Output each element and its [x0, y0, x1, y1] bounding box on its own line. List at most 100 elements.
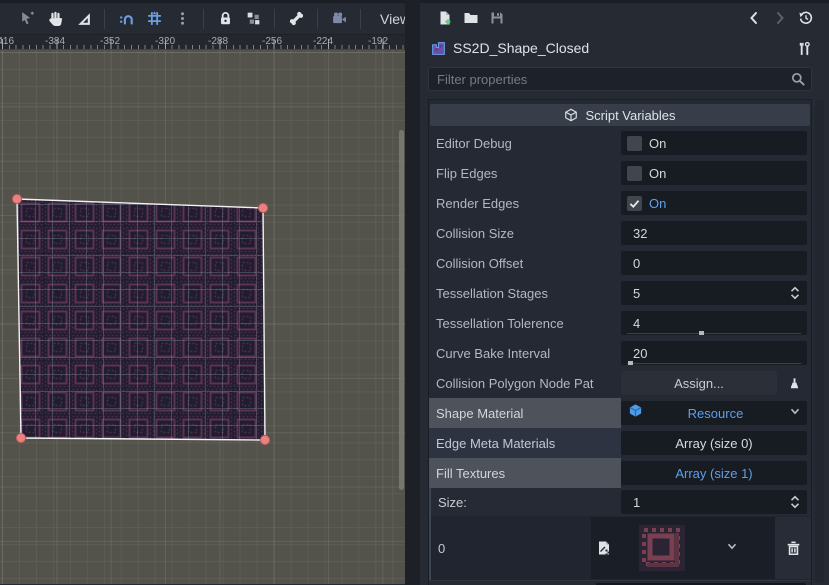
property-label: Collision Offset	[429, 248, 621, 278]
render-edges-checkbox[interactable]: On	[621, 191, 807, 215]
field-value: 32	[633, 226, 647, 241]
lock-icon	[217, 10, 234, 27]
property-label: Shape Material	[429, 398, 621, 428]
toolbar-separator	[274, 9, 275, 29]
row-tessellation-stages: Tessellation Stages 5	[429, 278, 811, 308]
row-collision-polygon-node-path: Collision Polygon Node Pat Assign...	[429, 368, 811, 398]
scale-tool-icon	[19, 10, 36, 27]
slider-grabber[interactable]	[628, 361, 633, 365]
curve-bake-interval-slider[interactable]: 20	[621, 341, 807, 365]
script-variables-cube-icon	[564, 108, 578, 122]
inspector-scrollbar[interactable]	[815, 100, 824, 583]
property-label: Render Edges	[429, 188, 621, 218]
vertex-handle[interactable]	[16, 433, 25, 442]
history-back-button[interactable]	[741, 6, 767, 30]
edit-texture-button[interactable]	[591, 536, 617, 560]
checkbox-label: On	[649, 166, 666, 181]
spinner-icon[interactable]	[788, 285, 802, 306]
ruler-tool-button[interactable]	[69, 6, 97, 32]
row-edge-meta-materials: Edge Meta Materials Array (size 0)	[429, 428, 811, 458]
row-collision-size: Collision Size 32	[429, 218, 811, 248]
node-shape-icon	[430, 40, 447, 57]
skeleton-button[interactable]	[282, 6, 310, 32]
assign-pick-icon	[787, 376, 802, 391]
new-resource-button[interactable]	[432, 6, 458, 30]
group-icon	[245, 10, 262, 27]
fill-textures-array-button[interactable]: Array (size 1)	[621, 461, 807, 485]
camera-override-button[interactable]	[325, 6, 353, 32]
grid-snap-button[interactable]	[140, 6, 168, 32]
field-value: 4	[633, 316, 640, 331]
load-resource-button[interactable]	[458, 6, 484, 30]
row-collision-offset: Collision Offset 0	[429, 248, 811, 278]
array-size-label: Array (size 1)	[621, 466, 807, 481]
inspector-content: Script Variables Editor Debug On Flip Ed…	[428, 99, 812, 585]
texture-preview[interactable]	[639, 525, 685, 571]
collision-size-field[interactable]: 32	[621, 221, 807, 245]
canvas-vertical-scrollbar[interactable]	[399, 130, 404, 490]
pick-node-button[interactable]	[781, 371, 807, 395]
shape-material-resource-picker[interactable]: Resource	[621, 401, 807, 425]
history-back-icon	[746, 10, 762, 26]
section-script-variables[interactable]: Script Variables	[430, 104, 810, 126]
shape-polygon	[0, 50, 405, 584]
ruler-major-ticks	[0, 39, 405, 49]
assign-node-path-button[interactable]: Assign...	[621, 371, 777, 395]
snap-options-button[interactable]	[168, 6, 196, 32]
tools-icon	[797, 41, 812, 56]
property-label: Collision Polygon Node Pat	[429, 368, 621, 398]
snap-options-icon	[174, 10, 191, 27]
slider-grabber[interactable]	[699, 331, 704, 335]
vertex-handle[interactable]	[12, 194, 21, 203]
chevron-down-icon[interactable]	[788, 404, 802, 423]
tessellation-tolerence-slider[interactable]: 4	[621, 311, 807, 335]
panel-splitter[interactable]	[405, 0, 420, 585]
edge-meta-materials-array-button[interactable]: Array (size 0)	[621, 431, 807, 455]
spinner-icon[interactable]	[788, 494, 802, 515]
canvas-toolbar: View	[0, 0, 405, 35]
field-value: 1	[633, 495, 640, 510]
checkbox-unchecked-icon	[627, 136, 642, 151]
camera-override-icon	[331, 10, 348, 27]
checkbox-unchecked-icon	[627, 166, 642, 181]
array-item-row: 0	[431, 516, 811, 580]
tessellation-stages-spinner[interactable]: 5	[621, 281, 807, 305]
history-button[interactable]	[793, 6, 819, 30]
history-forward-icon	[772, 10, 788, 26]
row-fill-textures: Fill Textures Array (size 1)	[429, 458, 811, 488]
filter-properties-input[interactable]	[428, 67, 812, 91]
checkbox-checked-icon	[627, 196, 642, 211]
property-label: Flip Edges	[429, 158, 621, 188]
ruler-tool-icon	[75, 10, 92, 27]
row-flip-edges: Flip Edges On	[429, 158, 811, 188]
vertex-handle[interactable]	[260, 435, 269, 444]
delete-item-button[interactable]	[775, 517, 811, 579]
toolbar-separator	[360, 9, 361, 29]
array-item-index: 0	[431, 516, 591, 580]
toolbar-separator	[317, 9, 318, 29]
scale-tool-button[interactable]	[13, 6, 41, 32]
array-size-spinner[interactable]: 1	[621, 490, 807, 514]
pan-tool-button[interactable]	[41, 6, 69, 32]
filter-properties	[428, 67, 812, 91]
load-resource-icon	[463, 10, 479, 26]
property-label: Editor Debug	[429, 128, 621, 158]
collision-offset-field[interactable]: 0	[621, 251, 807, 275]
tools-menu-button[interactable]	[791, 36, 817, 60]
editor-debug-checkbox[interactable]: On	[621, 131, 807, 155]
inspector-toolbar	[420, 3, 829, 33]
smart-snap-button[interactable]	[112, 6, 140, 32]
history-forward-button[interactable]	[767, 6, 793, 30]
pan-tool-icon	[47, 10, 64, 27]
property-label: Tessellation Tolerence	[429, 308, 621, 338]
property-label: Fill Textures	[429, 458, 621, 488]
node-title: SS2D_Shape_Closed	[453, 40, 791, 56]
fill-textures-array-editor: Size: 1 0	[429, 488, 811, 580]
vertex-handle[interactable]	[258, 203, 267, 212]
flip-edges-checkbox[interactable]: On	[621, 161, 807, 185]
save-resource-button[interactable]	[484, 6, 510, 30]
group-button[interactable]	[239, 6, 267, 32]
lock-button[interactable]	[211, 6, 239, 32]
canvas-viewport[interactable]	[0, 50, 405, 584]
chevron-down-icon[interactable]	[725, 539, 739, 558]
